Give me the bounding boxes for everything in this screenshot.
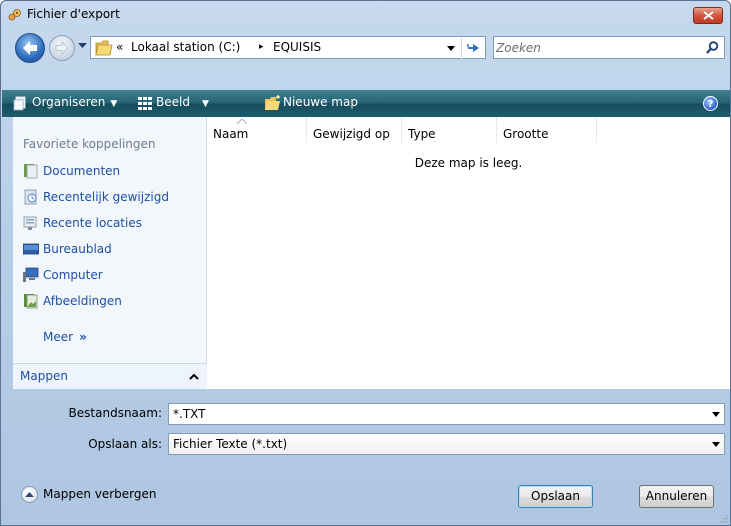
save-type-value: Fichier Texte (*.txt) [173, 437, 288, 451]
close-icon [703, 11, 714, 20]
window-title: Fichier d'export [27, 7, 120, 21]
favorite-links-heading: Favoriete koppelingen [23, 137, 156, 151]
breadcrumb-overflow[interactable]: « [116, 40, 123, 54]
filename-input[interactable] [173, 406, 693, 422]
more-label: Meer [43, 330, 74, 344]
more-link[interactable]: Meer » [43, 330, 87, 344]
save-button[interactable]: Opslaan [518, 485, 593, 508]
organize-dropdown-icon: ▼ [110, 99, 118, 109]
file-list-pane[interactable]: Naam Gewijzigd op Type Grootte Deze map … [207, 117, 730, 389]
folder-icon [95, 40, 113, 56]
sort-ascending-icon [237, 119, 247, 124]
filename-label: Bestandsnaam: [68, 406, 162, 420]
address-bar[interactable]: « Lokaal station (C:) ▸ EQUISIS [90, 36, 486, 59]
filename-combobox[interactable] [168, 403, 725, 425]
chevron-down-icon[interactable] [712, 442, 720, 447]
save-dialog-window: Fichier d'export « Lokaal station (C:) ▸… [0, 0, 731, 526]
more-arrow-icon: » [79, 330, 87, 344]
refresh-icon [467, 44, 479, 52]
view-icon [138, 97, 152, 110]
new-folder-icon [265, 95, 280, 110]
view-menu[interactable]: Beeld ▼ [137, 95, 209, 112]
title-bar[interactable]: Fichier d'export [1, 1, 730, 29]
column-header-label: Grootte [503, 127, 549, 141]
cancel-button[interactable]: Annuleren [639, 485, 714, 508]
desktop-icon [23, 243, 39, 255]
search-input[interactable] [496, 38, 696, 57]
empty-folder-message: Deze map is leeg. [414, 156, 523, 170]
nav-item-label: Documenten [43, 164, 121, 178]
search-icon[interactable] [706, 41, 719, 54]
app-icon [8, 9, 21, 21]
organize-icon [13, 96, 26, 111]
column-header-label: Type [408, 127, 436, 141]
navigation-pane: Favoriete koppelingen Documenten Recente… [13, 117, 207, 389]
forward-arrow-icon [55, 41, 69, 55]
chevron-up-icon [25, 492, 34, 497]
nav-item-label: Recente locaties [43, 216, 142, 230]
chevron-down-icon[interactable] [712, 412, 720, 417]
new-folder-button[interactable]: Nieuwe map [264, 95, 358, 112]
command-bar: Organiseren ▼ Beeld ▼ Nieuwe map ? [2, 90, 730, 117]
organize-label: Organiseren [32, 95, 106, 109]
address-dropdown-icon[interactable] [447, 46, 455, 51]
nav-item-label: Computer [43, 268, 103, 282]
breadcrumb-item-equisis[interactable]: EQUISIS [273, 40, 321, 54]
documents-icon [24, 164, 38, 179]
view-label: Beeld [156, 95, 190, 109]
new-folder-label: Nieuwe map [283, 95, 358, 109]
chevron-up-icon[interactable] [189, 373, 199, 380]
hide-folders-label: Mappen verbergen [43, 487, 157, 501]
refresh-button[interactable] [461, 38, 485, 59]
view-dropdown-icon: ▼ [201, 99, 209, 109]
nav-item-label: Recentelijk gewijzigd [43, 190, 169, 204]
recently-changed-icon [24, 189, 37, 205]
column-header-size[interactable]: Grootte [497, 117, 597, 143]
recent-places-icon [23, 216, 37, 230]
column-header-type[interactable]: Type [402, 117, 497, 143]
breadcrumb-item-drive[interactable]: Lokaal station (C:) [131, 40, 240, 54]
organize-menu[interactable]: Organiseren ▼ [13, 95, 117, 112]
save-type-label: Opslaan als: [88, 437, 162, 451]
nav-item-label: Bureaublad [43, 242, 112, 256]
column-header-name[interactable]: Naam [207, 117, 307, 143]
close-button[interactable] [693, 7, 723, 24]
help-icon[interactable]: ? [703, 96, 718, 111]
save-form: Bestandsnaam: Opslaan als: Fichier Texte… [2, 391, 730, 525]
forward-button[interactable] [49, 35, 75, 61]
column-header-label: Naam [213, 127, 249, 141]
back-button[interactable] [15, 33, 45, 63]
address-row: « Lokaal station (C:) ▸ EQUISIS [1, 31, 730, 65]
breadcrumb-separator[interactable]: ▸ [259, 42, 264, 52]
folders-label: Mappen [20, 369, 68, 383]
nav-item-label: Afbeeldingen [43, 294, 122, 308]
hide-folders-circle [21, 486, 38, 503]
computer-icon [23, 267, 39, 282]
save-type-select[interactable]: Fichier Texte (*.txt) [168, 433, 725, 455]
resize-grip-icon[interactable] [718, 513, 728, 523]
pictures-icon [24, 294, 38, 309]
search-box[interactable] [493, 36, 725, 59]
folders-toggle-bar[interactable]: Mappen [13, 363, 207, 389]
column-header-label: Gewijzigd op [313, 127, 390, 141]
column-header-modified[interactable]: Gewijzigd op [307, 117, 402, 143]
recent-pages-dropdown-icon[interactable] [78, 43, 87, 49]
back-arrow-icon [23, 41, 37, 55]
